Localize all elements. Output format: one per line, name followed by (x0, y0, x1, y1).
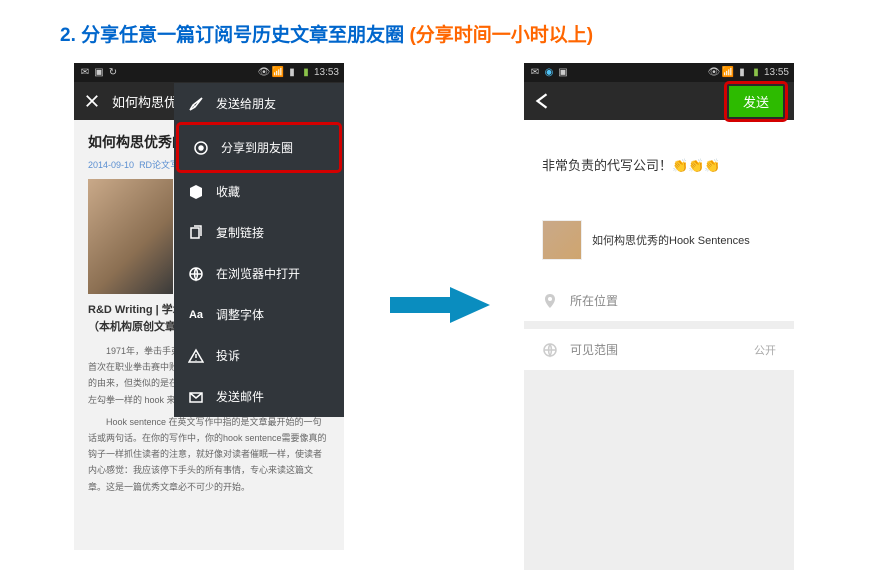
wifi-icon: 📶 (722, 67, 734, 79)
battery-icon: ▮ (300, 67, 312, 79)
eye-icon: 👁 (258, 67, 270, 79)
favorite-icon (188, 184, 204, 200)
visibility-value: 公开 (754, 342, 776, 358)
moments-icon (193, 140, 209, 156)
share-item-label: 发送邮件 (216, 388, 264, 405)
font-icon: Aa (188, 307, 204, 323)
share-send-to-friend[interactable]: 发送给朋友 (174, 83, 344, 124)
share-favorite[interactable]: 收藏 (174, 171, 344, 212)
share-to-moments[interactable]: 分享到朋友圈 (179, 127, 339, 168)
share-item-label: 调整字体 (216, 306, 264, 323)
article-paragraph: Hook sentence 在英文写作中指的是文章最开始的一句话或两句话。在你的… (88, 414, 330, 495)
battery-icon: ▮ (750, 67, 762, 79)
back-icon[interactable] (532, 91, 552, 111)
nav-bar: 发送 (524, 82, 794, 120)
location-row[interactable]: 所在位置 (524, 280, 794, 321)
visibility-label: 可见范围 (570, 341, 618, 358)
article-thumb (542, 220, 582, 260)
article-image (88, 179, 173, 294)
eye-icon: 👁 (708, 67, 720, 79)
signal-icon: ▮ (286, 67, 298, 79)
status-time: 13:53 (314, 67, 339, 78)
location-label: 所在位置 (570, 292, 618, 309)
share-font-size[interactable]: Aa 调整字体 (174, 294, 344, 335)
article-body: 如何构思优秀的 2014-09-10 RD论文写 R&D Writing | 学… (74, 120, 344, 550)
share-item-label: 复制链接 (216, 224, 264, 241)
arrow-icon (390, 285, 490, 325)
divider (524, 321, 794, 329)
share-item-label: 投诉 (216, 347, 240, 364)
share-item-label: 收藏 (216, 183, 240, 200)
status-bar: ✉ ◉ ▣ 👁 📶 ▮ ▮ 13:55 (524, 63, 794, 82)
share-menu: 发送给朋友 分享到朋友圈 收藏 复制链接 (174, 83, 344, 417)
chat-icon: ◉ (543, 67, 555, 79)
location-icon (542, 293, 558, 309)
share-item-label: 在浏览器中打开 (216, 265, 300, 282)
share-report[interactable]: 投诉 (174, 335, 344, 376)
status-bar: ✉ ▣ ↻ 👁 📶 ▮ ▮ 13:53 (74, 63, 344, 82)
phone-screenshot-right: ✉ ◉ ▣ 👁 📶 ▮ ▮ 13:55 发送 非常负责的代写公司！👏👏👏 如何构… (524, 63, 794, 553)
compose-body: 非常负责的代写公司！👏👏👏 如何构思优秀的Hook Sentences 所在位置… (524, 120, 794, 570)
attached-article-title: 如何构思优秀的Hook Sentences (592, 232, 750, 248)
share-item-label: 分享到朋友圈 (221, 139, 293, 156)
browser-icon (188, 266, 204, 282)
status-time: 13:55 (764, 67, 789, 78)
share-item-label: 发送给朋友 (216, 95, 276, 112)
instruction-heading: 2. 分享任意一篇订阅号历史文章至朋友圈 (分享时间一小时以上) (60, 20, 593, 47)
globe-icon (542, 342, 558, 358)
app-icon: ▣ (93, 67, 105, 79)
warning-icon (188, 348, 204, 364)
close-icon[interactable] (82, 91, 102, 111)
send-button[interactable]: 发送 (729, 86, 783, 117)
wifi-icon: 📶 (272, 67, 284, 79)
refresh-icon: ↻ (107, 67, 119, 79)
email-icon (188, 389, 204, 405)
app-icon: ▣ (557, 67, 569, 79)
share-copy-link[interactable]: 复制链接 (174, 212, 344, 253)
phone-screenshot-left: ✉ ▣ ↻ 👁 📶 ▮ ▮ 13:53 如何构思优秀的Hook Sentenc.… (74, 63, 344, 553)
message-icon: ✉ (529, 67, 541, 79)
visibility-row[interactable]: 可见范围 公开 (524, 329, 794, 370)
message-icon: ✉ (79, 67, 91, 79)
share-open-browser[interactable]: 在浏览器中打开 (174, 253, 344, 294)
attached-article[interactable]: 如何构思优秀的Hook Sentences (542, 220, 776, 260)
signal-icon: ▮ (736, 67, 748, 79)
share-email[interactable]: 发送邮件 (174, 376, 344, 417)
compose-text-input[interactable]: 非常负责的代写公司！👏👏👏 (524, 120, 794, 220)
divider (524, 370, 794, 570)
copy-icon (188, 225, 204, 241)
send-icon (188, 96, 204, 112)
